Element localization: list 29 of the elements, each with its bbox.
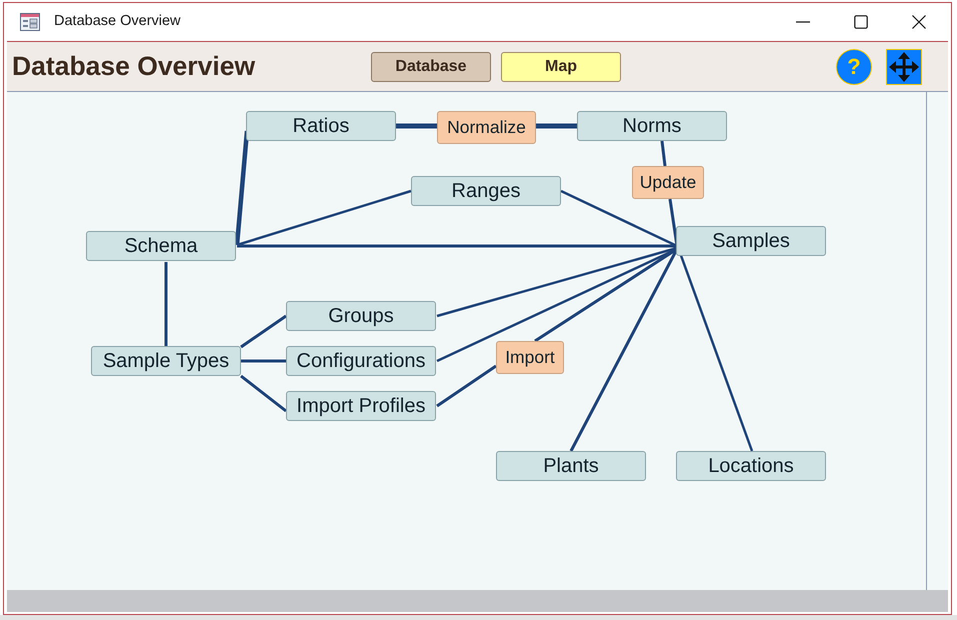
connector-line — [240, 314, 287, 348]
table-node-button[interactable]: Groups — [286, 301, 436, 331]
table-node-button[interactable]: Import Profiles — [286, 391, 436, 421]
action-node-button[interactable]: Update — [632, 166, 704, 199]
connector-line — [396, 124, 437, 128]
move-icon[interactable] — [886, 48, 922, 84]
connector-line — [660, 140, 666, 166]
connector-line — [536, 124, 577, 128]
table-node-button[interactable]: Configurations — [286, 346, 436, 376]
table-node-button[interactable]: Norms — [577, 111, 727, 141]
close-icon — [912, 15, 926, 29]
table-node-button[interactable]: Ratios — [246, 111, 396, 141]
table-node-button[interactable]: Schema — [86, 231, 236, 261]
connector-line — [240, 374, 287, 412]
action-node-button[interactable]: Import — [496, 341, 564, 374]
connector-line — [241, 360, 286, 362]
view-tab[interactable]: Map — [501, 52, 621, 82]
table-node-button[interactable]: Locations — [676, 451, 826, 481]
action-node-button[interactable]: Normalize — [437, 111, 536, 144]
window-title: Database Overview — [54, 12, 181, 32]
form-icon — [20, 13, 40, 31]
table-node-button[interactable]: Sample Types — [91, 346, 241, 376]
view-tab[interactable]: Database — [371, 52, 491, 82]
table-node-button[interactable]: Ranges — [411, 176, 561, 206]
maximize-icon — [854, 15, 868, 29]
page-heading: Database Overview — [12, 53, 256, 80]
table-node-button[interactable]: Samples — [676, 226, 826, 256]
connector-line — [436, 364, 497, 408]
table-node-button[interactable]: Plants — [496, 451, 646, 481]
